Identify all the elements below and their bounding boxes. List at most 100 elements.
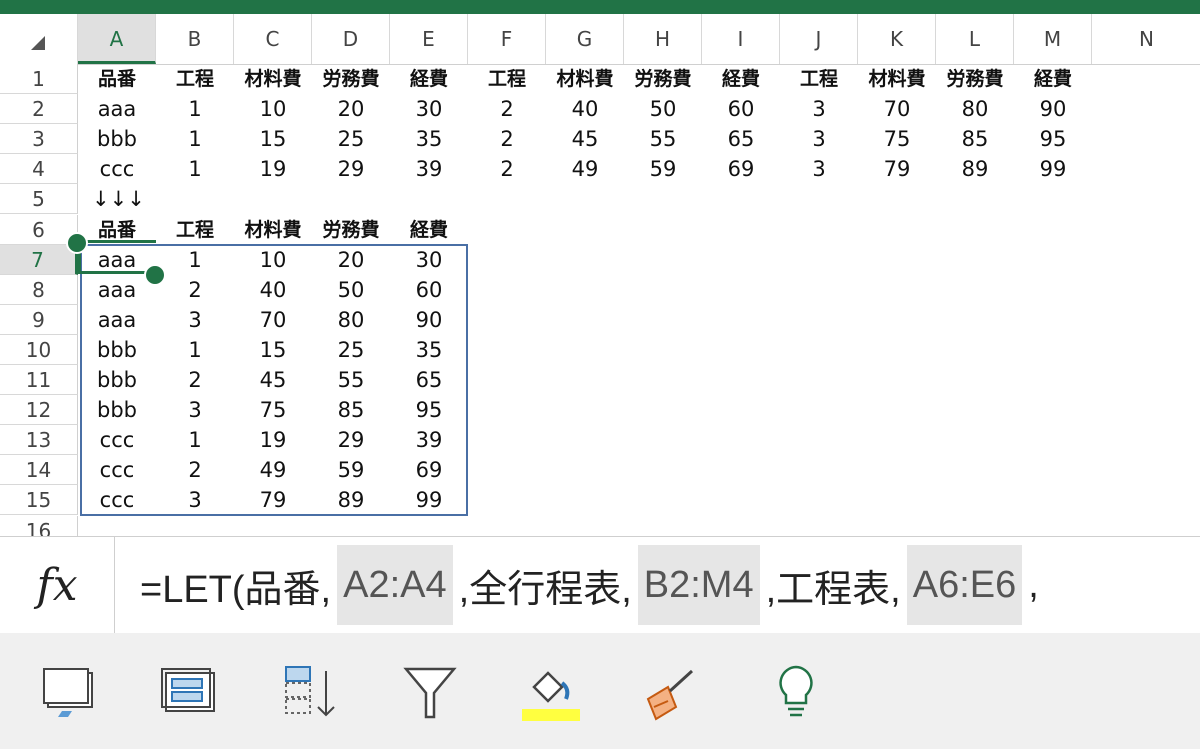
cell-d11[interactable]: 55 xyxy=(312,365,390,395)
cell-c10[interactable]: 15 xyxy=(234,335,312,365)
cell-i4[interactable]: 69 xyxy=(702,154,780,184)
column-header-e[interactable]: E xyxy=(390,14,468,64)
cell-l3[interactable]: 85 xyxy=(936,124,1014,154)
cell-b7[interactable]: 1 xyxy=(156,245,234,275)
cell-a5[interactable]: ↓↓↓ xyxy=(92,184,172,214)
freeze-panes-icon[interactable] xyxy=(42,663,102,723)
cell-e15[interactable]: 99 xyxy=(390,485,468,515)
cell-e6[interactable]: 経費 xyxy=(390,215,468,245)
cell-d8[interactable]: 50 xyxy=(312,275,390,305)
cell-c2[interactable]: 10 xyxy=(234,94,312,124)
cell-c4[interactable]: 19 xyxy=(234,154,312,184)
column-header-k[interactable]: K xyxy=(858,14,936,64)
cell-e2[interactable]: 30 xyxy=(390,94,468,124)
cell-d7[interactable]: 20 xyxy=(312,245,390,275)
cell-e3[interactable]: 35 xyxy=(390,124,468,154)
cell-d2[interactable]: 20 xyxy=(312,94,390,124)
cell-a15[interactable]: ccc xyxy=(78,485,156,515)
cell-m4[interactable]: 99 xyxy=(1014,154,1092,184)
cell-j3[interactable]: 3 xyxy=(780,124,858,154)
cell-c9[interactable]: 70 xyxy=(234,305,312,335)
cell-m2[interactable]: 90 xyxy=(1014,94,1092,124)
cell-d10[interactable]: 25 xyxy=(312,335,390,365)
cell-a8[interactable]: aaa xyxy=(78,275,156,305)
cell-e8[interactable]: 60 xyxy=(390,275,468,305)
cell-k1[interactable]: 材料費 xyxy=(858,64,936,94)
cell-i2[interactable]: 60 xyxy=(702,94,780,124)
cell-e4[interactable]: 39 xyxy=(390,154,468,184)
cell-k3[interactable]: 75 xyxy=(858,124,936,154)
cell-b6[interactable]: 工程 xyxy=(156,215,234,245)
cell-d1[interactable]: 労務費 xyxy=(312,64,390,94)
cell-d14[interactable]: 59 xyxy=(312,455,390,485)
cell-c14[interactable]: 49 xyxy=(234,455,312,485)
cell-d4[interactable]: 29 xyxy=(312,154,390,184)
cell-l4[interactable]: 89 xyxy=(936,154,1014,184)
cell-i1[interactable]: 経費 xyxy=(702,64,780,94)
clear-format-icon[interactable] xyxy=(640,663,700,723)
cell-a13[interactable]: ccc xyxy=(78,425,156,455)
cell-c13[interactable]: 19 xyxy=(234,425,312,455)
cell-grid[interactable]: 品番 工程 材料費 労務費 経費 工程 材料費 労務費 経費 工程 材料費 労務費 経費 aaa 1 10 20… xyxy=(66,64,1200,536)
cell-e10[interactable]: 35 xyxy=(390,335,468,365)
table-style-icon[interactable] xyxy=(160,663,220,723)
cell-i3[interactable]: 65 xyxy=(702,124,780,154)
fx-icon[interactable]: fx xyxy=(0,537,115,633)
cell-e12[interactable]: 95 xyxy=(390,395,468,425)
cell-c15[interactable]: 79 xyxy=(234,485,312,515)
ideas-icon[interactable] xyxy=(766,663,826,723)
cell-b8[interactable]: 2 xyxy=(156,275,234,305)
cell-a10[interactable]: bbb xyxy=(78,335,156,365)
cell-d9[interactable]: 80 xyxy=(312,305,390,335)
cell-k2[interactable]: 70 xyxy=(858,94,936,124)
cell-c11[interactable]: 45 xyxy=(234,365,312,395)
cell-j4[interactable]: 3 xyxy=(780,154,858,184)
row-header-13[interactable]: 13 xyxy=(0,425,78,456)
row-header-1[interactable]: 1 xyxy=(0,64,78,94)
cell-h4[interactable]: 59 xyxy=(624,154,702,184)
row-header-2[interactable]: 2 xyxy=(0,94,78,125)
column-header-d[interactable]: D xyxy=(312,14,390,64)
cell-a6[interactable]: 品番 xyxy=(78,215,156,245)
cell-c7[interactable]: 10 xyxy=(234,245,312,275)
row-header-4[interactable]: 4 xyxy=(0,154,78,185)
sort-icon[interactable] xyxy=(280,663,340,723)
cell-g2[interactable]: 40 xyxy=(546,94,624,124)
formula-bar[interactable]: fx =LET(品番, A2:A4 ,全行程表, B2:M4 ,工程表, A6:E6, xyxy=(0,536,1200,634)
cell-l1[interactable]: 労務費 xyxy=(936,64,1014,94)
cell-h3[interactable]: 55 xyxy=(624,124,702,154)
row-header-12[interactable]: 12 xyxy=(0,395,78,426)
filter-icon[interactable] xyxy=(400,663,460,723)
cell-f2[interactable]: 2 xyxy=(468,94,546,124)
formula-text[interactable]: =LET(品番, A2:A4 ,全行程表, B2:M4 ,工程表, A6:E6, xyxy=(140,545,1039,625)
formula-range-reference[interactable]: A6:E6 xyxy=(906,545,1023,625)
row-header-8[interactable]: 8 xyxy=(0,274,78,305)
column-header-i[interactable]: I xyxy=(702,14,780,64)
cell-j1[interactable]: 工程 xyxy=(780,64,858,94)
cell-l2[interactable]: 80 xyxy=(936,94,1014,124)
cell-e13[interactable]: 39 xyxy=(390,425,468,455)
cell-b10[interactable]: 1 xyxy=(156,335,234,365)
column-header-b[interactable]: B xyxy=(156,14,234,64)
cell-a2[interactable]: aaa xyxy=(78,94,156,124)
cell-m3[interactable]: 95 xyxy=(1014,124,1092,154)
cell-a11[interactable]: bbb xyxy=(78,365,156,395)
cell-e7[interactable]: 30 xyxy=(390,245,468,275)
row-header-15[interactable]: 15 xyxy=(0,485,78,516)
column-header-m[interactable]: M xyxy=(1014,14,1092,64)
cell-a12[interactable]: bbb xyxy=(78,395,156,425)
column-header-g[interactable]: G xyxy=(546,14,624,64)
cell-d13[interactable]: 29 xyxy=(312,425,390,455)
column-header-c[interactable]: C xyxy=(234,14,312,64)
cell-b14[interactable]: 2 xyxy=(156,455,234,485)
cell-a3[interactable]: bbb xyxy=(78,124,156,154)
cell-b13[interactable]: 1 xyxy=(156,425,234,455)
cell-c6[interactable]: 材料費 xyxy=(234,215,312,245)
cell-d6[interactable]: 労務費 xyxy=(312,215,390,245)
cell-m1[interactable]: 経費 xyxy=(1014,64,1092,94)
cell-e11[interactable]: 65 xyxy=(390,365,468,395)
cell-b2[interactable]: 1 xyxy=(156,94,234,124)
row-header-10[interactable]: 10 xyxy=(0,334,78,365)
cell-c8[interactable]: 40 xyxy=(234,275,312,305)
row-header-14[interactable]: 14 xyxy=(0,455,78,486)
